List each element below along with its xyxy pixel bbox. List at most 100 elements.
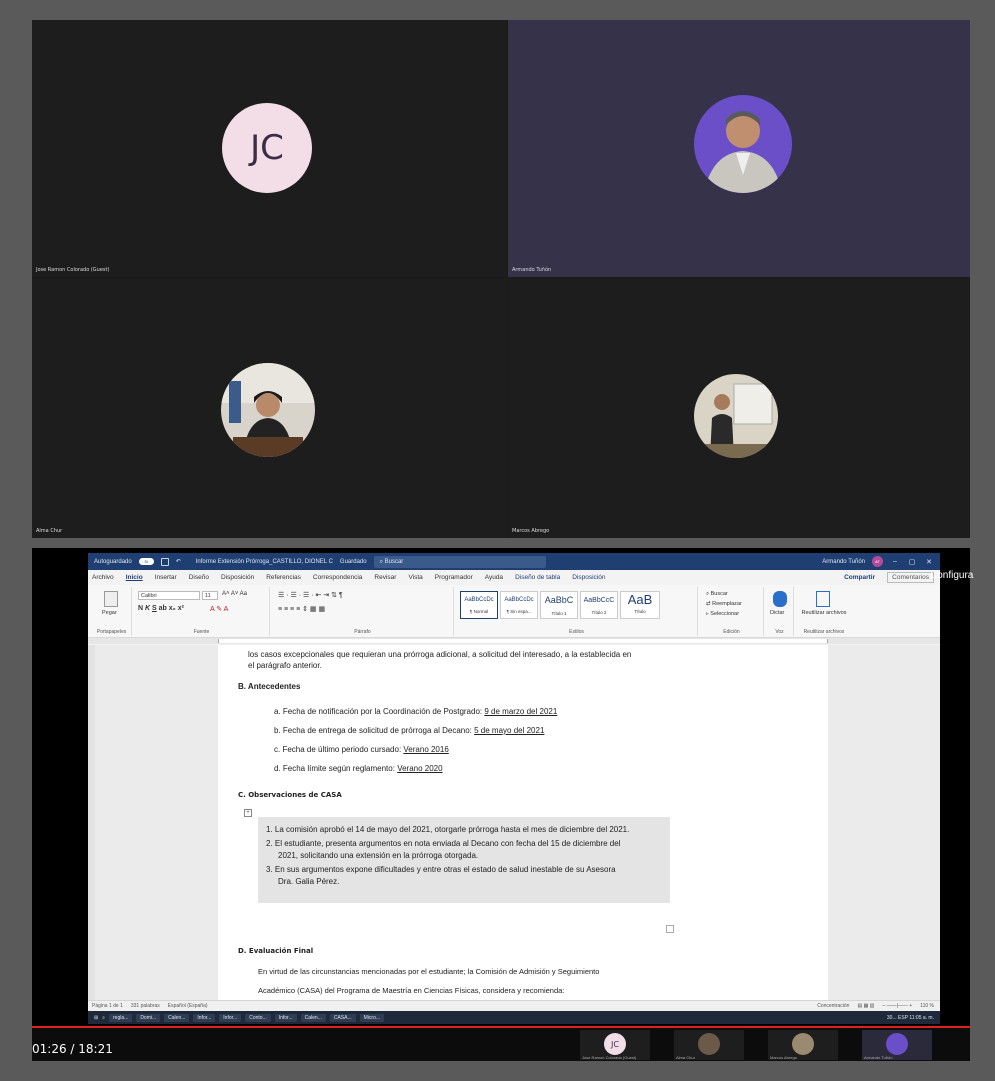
list-icons[interactable]: ☰ · ☰ · ☰ · ⇤ ⇥ ⇅ ¶ (278, 591, 343, 599)
avatar-initials: JC (611, 1039, 619, 1049)
taskbar-item[interactable]: Micro... (359, 1013, 385, 1022)
word-count[interactable]: 331 palabras (131, 1003, 160, 1009)
undo-icon[interactable]: ↶ (176, 558, 181, 565)
style-titulo-2[interactable]: AaBbCcC Título 2 (580, 591, 618, 619)
style-normal[interactable]: AaBbCcDc ¶ Normal (460, 591, 498, 619)
menu-correspondencia[interactable]: Correspondencia (313, 574, 363, 581)
style-sin-espaciado[interactable]: AaBbCcDc ¶ Sin espa... (500, 591, 538, 619)
menu-disposicion-tabla[interactable]: Disposición (572, 574, 605, 581)
end-of-cell-mark (666, 925, 674, 933)
user-name: Armando Tuñón (822, 558, 865, 565)
style-titulo-1[interactable]: AaBbC Título 1 (540, 591, 578, 619)
microphone-icon[interactable] (773, 591, 787, 607)
menu-archivo[interactable]: Archivo (92, 574, 114, 581)
view-icons[interactable]: ▤ ▦ ▥ (857, 1003, 874, 1009)
page-count[interactable]: Página 1 de 1 (92, 1003, 123, 1009)
taskbar-item[interactable]: Infor... (274, 1013, 297, 1022)
reuse-files-icon[interactable] (816, 591, 830, 607)
style-titulo[interactable]: AaB Título (620, 591, 660, 619)
participant-tile[interactable]: Alma Chur (32, 279, 506, 538)
zoom-slider[interactable]: – ——|—— + (882, 1003, 912, 1009)
font-color-icon[interactable]: A ✎ A (210, 605, 228, 613)
menu-revisar[interactable]: Revisar (374, 574, 396, 581)
focus-button[interactable]: Concentración (817, 1003, 849, 1009)
horizontal-ruler[interactable] (88, 638, 940, 644)
mini-participant[interactable]: Armando Tuñón (862, 1030, 932, 1060)
style-name: Título 2 (591, 610, 607, 615)
replace-button[interactable]: ⇄ Reemplazar (706, 601, 742, 607)
dictate-button[interactable]: Dictar (770, 610, 784, 616)
side-panel-label: Configura (930, 570, 974, 581)
find-button[interactable]: ⌕ Buscar (706, 591, 728, 598)
bold-italic-underline-icons[interactable]: N K S ab x₂ x² (138, 605, 184, 612)
system-tray[interactable]: 30... ESP 11:05 a. m. (887, 1015, 934, 1021)
avatar (792, 1033, 814, 1055)
participant-tile[interactable]: Armando Tuñón (508, 20, 970, 277)
style-preview: AaBbC (544, 595, 574, 605)
search-input[interactable]: ⌕ Buscar (373, 555, 546, 568)
styles-group-label: Estilos (569, 629, 584, 635)
menu-diseno[interactable]: Diseño (189, 574, 209, 581)
participant-tile[interactable]: JC Jose Ramon Colorado (Guest) (32, 20, 506, 277)
select-button[interactable]: ▹ Seleccionar (706, 611, 739, 617)
clipboard-group: Pegar Portapapeles (92, 587, 132, 636)
menu-ayuda[interactable]: Ayuda (485, 574, 503, 581)
taskbar-item[interactable]: Infor... (193, 1013, 216, 1022)
close-button[interactable]: ✕ (924, 558, 934, 566)
menu-programador[interactable]: Programador (435, 574, 473, 581)
reuse-files-button[interactable]: Reutilizar archivos (800, 610, 848, 616)
language-indicator[interactable]: Español (España) (168, 1003, 208, 1009)
antecedent-value: 9 de marzo del 2021 (484, 707, 558, 716)
weather-text: 30... (886, 1014, 897, 1021)
paragraph-group: ☰ · ☰ · ☰ · ⇤ ⇥ ⇅ ¶ ≡ ≡ ≡ ≡ ⇕ ▦ ▦ Párraf… (272, 587, 454, 636)
menu-disposicion[interactable]: Disposición (221, 574, 254, 581)
participant-name: Alma Chur (676, 1055, 695, 1060)
taskbar-item[interactable]: Calen... (164, 1013, 190, 1022)
paste-label[interactable]: Pegar (102, 610, 117, 616)
taskbar-item[interactable]: Domi... (136, 1013, 161, 1022)
antecedent-value: Verano 2016 (403, 745, 449, 754)
comments-button[interactable]: Comentarios (887, 572, 934, 583)
menu-inicio[interactable]: Inicio (126, 574, 143, 581)
saved-state: Guardado (339, 558, 367, 565)
intro-text: los casos excepcionales que requieran un… (248, 650, 632, 659)
share-button[interactable]: Compartir (844, 574, 875, 581)
reuse-group-label: Reutilizar archivos (803, 629, 845, 635)
taskbar-item[interactable]: Infor... (219, 1013, 242, 1022)
align-icons[interactable]: ≡ ≡ ≡ ≡ ⇕ ▦ ▦ (278, 605, 325, 613)
windows-taskbar: ⊞ ⌕ regla... Domi... Calen... Infor... I… (88, 1011, 940, 1024)
taskbar-item[interactable]: CASA... (329, 1013, 356, 1022)
vertical-ruler[interactable] (88, 645, 95, 1000)
grow-shrink-font-icon[interactable]: A˄ A˅ Aa (222, 591, 247, 597)
paste-icon[interactable] (104, 591, 118, 607)
save-icon[interactable] (160, 557, 169, 566)
taskbar-item[interactable]: Calen... (300, 1013, 326, 1022)
menu-vista[interactable]: Vista (408, 574, 422, 581)
taskbar-item[interactable]: Conto... (245, 1013, 271, 1022)
table-move-handle[interactable]: + (244, 809, 252, 817)
font-name-select[interactable]: Calibri (138, 591, 200, 600)
zoom-level[interactable]: 110 % (920, 1003, 934, 1009)
avatar (694, 374, 778, 458)
taskbar-item[interactable]: regla... (109, 1013, 133, 1022)
video-progress-bar[interactable] (32, 1026, 970, 1028)
user-avatar[interactable]: AT (872, 556, 883, 567)
style-preview: AaBbCcDc (504, 597, 534, 603)
participant-tile[interactable]: Marcos Abrego (508, 279, 970, 538)
mini-participant[interactable]: Marcos Abrego (768, 1030, 838, 1060)
participant-photo (694, 95, 792, 193)
restore-button[interactable]: ▢ (907, 558, 917, 566)
search-icon[interactable]: ⌕ (102, 1015, 105, 1021)
screen-share: Autoguardado Sí ↶ Informe Extensión Prór… (32, 548, 970, 1061)
menu-referencias[interactable]: Referencias (266, 574, 301, 581)
document-page[interactable]: + los casos excepcionales que requieran … (218, 645, 828, 1000)
menu-insertar[interactable]: Insertar (155, 574, 177, 581)
minimize-button[interactable]: – (890, 558, 900, 565)
menu-diseno-tabla[interactable]: Diseño de tabla (515, 574, 560, 581)
antecedent-item: b. Fecha de entrega de solicitud de prór… (274, 726, 544, 735)
font-size-select[interactable]: 11 (202, 591, 218, 600)
autosave-toggle[interactable]: Sí (138, 558, 154, 565)
start-icon[interactable]: ⊞ (94, 1015, 98, 1021)
mini-participant[interactable]: Alma Chur (674, 1030, 744, 1060)
mini-participant[interactable]: JC Jose Ramon Colorado (Guest) (580, 1030, 650, 1060)
